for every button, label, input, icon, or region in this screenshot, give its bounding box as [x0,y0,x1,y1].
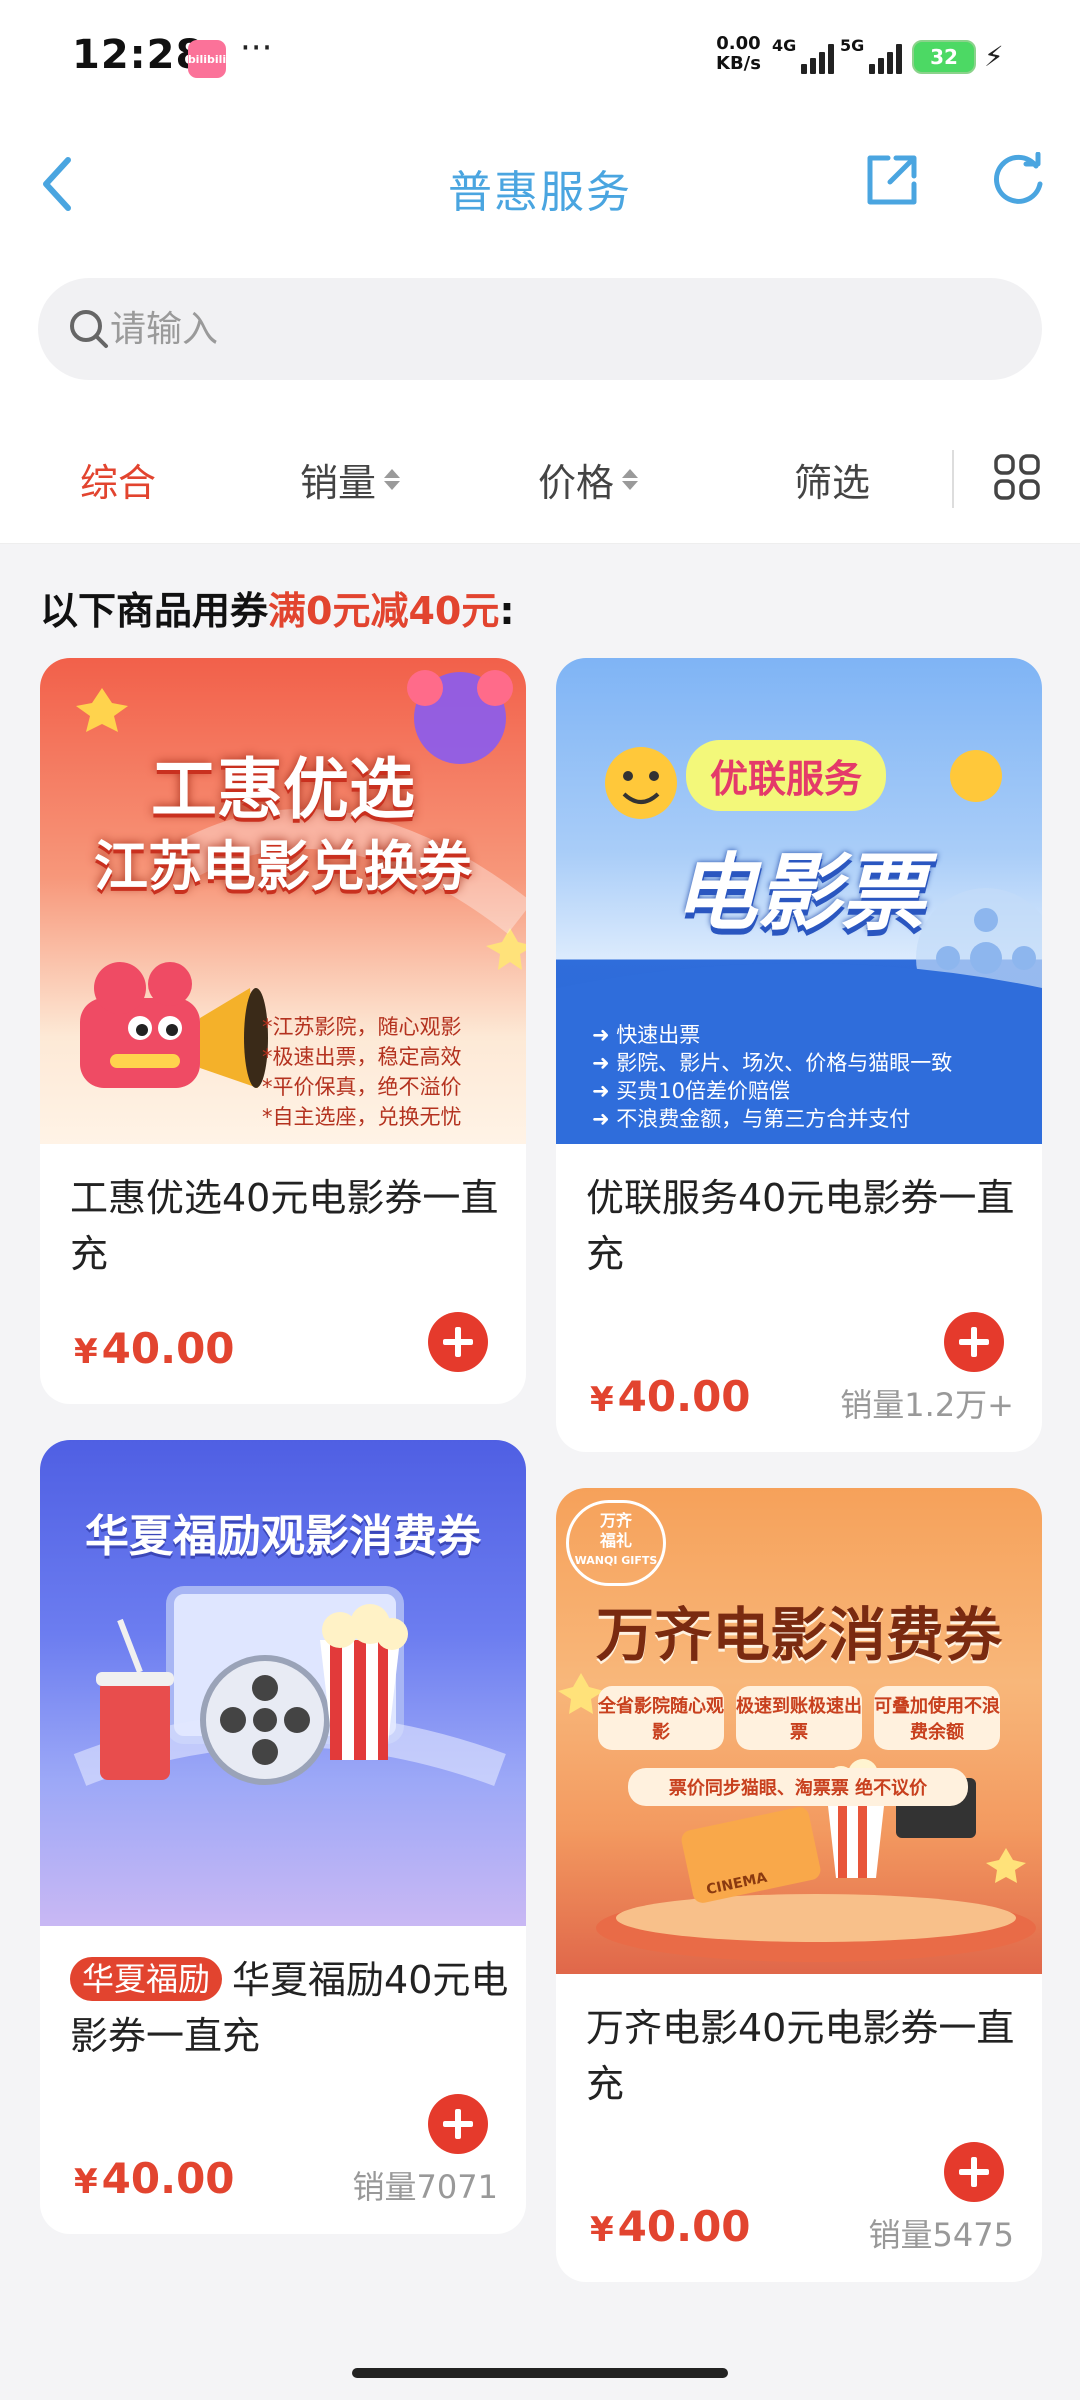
price-value: 40.00 [101,1324,235,1373]
nav-bar: 普惠服务 [0,112,1080,252]
filter-label: 筛选 [794,461,871,505]
currency-symbol: ¥ [74,1332,98,1372]
image-subheadline: 江苏电影兑换券 [94,835,472,898]
sort-price-label: 价格 [538,461,615,505]
bilibili-app-icon: bilibili [188,40,226,78]
add-to-cart-button[interactable] [944,1312,1004,1372]
brand-logo-line: WANQI GIFTS [574,1554,658,1567]
filter-button[interactable]: 筛选 [794,452,870,507]
image-bullet: *江苏影院，随心观影 [262,1015,462,1039]
product-title: 优联服务40元电影券一直充 [586,1176,1015,1276]
add-to-cart-button[interactable] [428,1312,488,1372]
share-icon[interactable] [864,152,920,208]
image-bullet: *平价保真，绝不溢价 [262,1075,462,1099]
product-image: 工惠优选 江苏电影兑换券 *江苏影院，随心观影 *极速出票，稳定高效 *平价保真… [40,658,526,1144]
image-headline: 电影票 [672,844,925,942]
product-card[interactable]: 华夏福励观影消费券 华夏福励 华夏福励40元电影券一直充 ¥40.00 销量707… [40,1440,526,2234]
signal-4g-label: 4G [772,36,797,55]
signal-4g-icon: 4G [772,36,835,74]
image-feature: 全省影院随心观影 [598,1686,724,1750]
signal-5g-label: 5G [840,36,865,55]
product-card[interactable]: 优联服务 电影票 ➜ 快速出票 ➜ 影院、影片、场次、价格与猫眼一致 ➜ 买贵1… [556,658,1042,1452]
network-speed-unit: KB/s [716,53,761,74]
search-icon [70,310,108,348]
brand-tag: 华夏福励 [70,1957,223,2001]
network-speed-value: 0.00 [716,33,761,54]
currency-symbol: ¥ [590,2210,614,2250]
product-image: 优联服务 电影票 ➜ 快速出票 ➜ 影院、影片、场次、价格与猫眼一致 ➜ 买贵1… [556,658,1042,1144]
sort-price[interactable]: 价格 [538,452,639,507]
image-bullet: ➜ 不浪费金额，与第三方合并支付 [592,1107,911,1131]
product-image: 万齐 福礼 WANQI GIFTS 万齐电影消费券 全省影院随心观影 极速到账极… [556,1488,1042,1974]
product-price: ¥40.00 [590,2202,751,2251]
divider [952,450,954,508]
status-bar: 12:28 bilibili ··· 0.00 KB/s 4G 5G 32 ⚡ [0,0,1080,112]
currency-symbol: ¥ [590,1380,614,1420]
image-bullet-text: 快速出票 [616,1023,701,1047]
sort-bar: 综合 销量 价格 筛选 [0,412,1080,544]
image-badge: 优联服务 [686,740,887,811]
image-bullet-text: 买贵10倍差价赔偿 [616,1079,791,1103]
search-section [0,252,1080,412]
coupon-note: 以下商品用券满0元减40元: [40,580,515,635]
product-title: 华夏福励 华夏福励40元电影券一直充 [70,1952,510,2064]
image-bullet: *极速出票，稳定高效 [262,1045,462,1069]
charging-icon: ⚡ [984,40,1004,73]
sales-count: 销量7071 [352,2168,498,2206]
product-image: 华夏福励观影消费券 [40,1440,526,1926]
home-indicator[interactable] [352,2368,728,2378]
coupon-note-highlight: 满0元减40元 [268,589,500,633]
sort-sales-label: 销量 [300,461,377,505]
sort-comprehensive-label: 综合 [80,461,157,505]
sales-count: 销量1.2万+ [840,1386,1014,1424]
search-box[interactable] [38,278,1042,380]
sort-arrows-icon [622,469,639,490]
sort-sales[interactable]: 销量 [300,452,401,507]
image-feature: 极速到账极速出票 [736,1686,862,1750]
image-bullet: *自主选座，兑换无忧 [262,1105,462,1129]
search-input[interactable] [110,278,970,380]
image-bullet-text: 影院、影片、场次、价格与猫眼一致 [616,1051,953,1075]
add-to-cart-button[interactable] [944,2142,1004,2202]
more-notifications-icon: ··· [240,28,273,68]
brand-logo-line: 万齐 [599,1511,632,1530]
sales-count: 销量5475 [868,2216,1014,2254]
product-price: ¥40.00 [590,1372,751,1421]
price-value: 40.00 [101,2154,235,2203]
product-price: ¥40.00 [74,2154,235,2203]
price-value: 40.00 [617,2202,751,2251]
image-headline: 华夏福励观影消费券 [85,1511,481,1562]
product-title: 工惠优选40元电影券一直充 [70,1176,499,1276]
image-note: 票价同步猫眼、淘票票 绝不议价 [628,1768,968,1806]
grid-view-icon[interactable] [994,454,1040,500]
product-card[interactable]: 工惠优选 江苏电影兑换券 *江苏影院，随心观影 *极速出票，稳定高效 *平价保真… [40,658,526,1404]
refresh-icon[interactable] [990,152,1046,208]
product-title: 万齐电影40元电影券一直充 [586,2006,1015,2106]
image-bullet: ➜ 影院、影片、场次、价格与猫眼一致 [592,1051,953,1075]
image-bullet-text: 不浪费金额，与第三方合并支付 [616,1107,911,1131]
coupon-note-prefix: 以下商品用券 [40,589,269,633]
image-headline: 万齐电影消费券 [595,1601,1002,1669]
battery-icon: 32 [912,40,976,74]
product-card[interactable]: 万齐 福礼 WANQI GIFTS 万齐电影消费券 全省影院随心观影 极速到账极… [556,1488,1042,2282]
image-bullet: ➜ 快速出票 [592,1023,701,1047]
coupon-note-suffix: : [499,589,515,633]
brand-logo-line: 福礼 [599,1531,632,1550]
add-to-cart-button[interactable] [428,2094,488,2154]
status-time: 12:28 [72,32,205,78]
image-headline: 工惠优选 [151,751,415,828]
price-value: 40.00 [617,1372,751,1421]
brand-logo: 万齐 福礼 WANQI GIFTS [566,1500,666,1586]
signal-5g-icon: 5G [840,36,903,74]
sort-comprehensive[interactable]: 综合 [80,452,156,507]
sort-arrows-icon [384,469,401,490]
image-bullet: ➜ 买贵10倍差价赔偿 [592,1079,791,1103]
network-speed: 0.00 KB/s [716,34,761,74]
currency-symbol: ¥ [74,2162,98,2202]
image-feature: 可叠加使用不浪费余额 [874,1686,1000,1750]
product-price: ¥40.00 [74,1324,235,1373]
